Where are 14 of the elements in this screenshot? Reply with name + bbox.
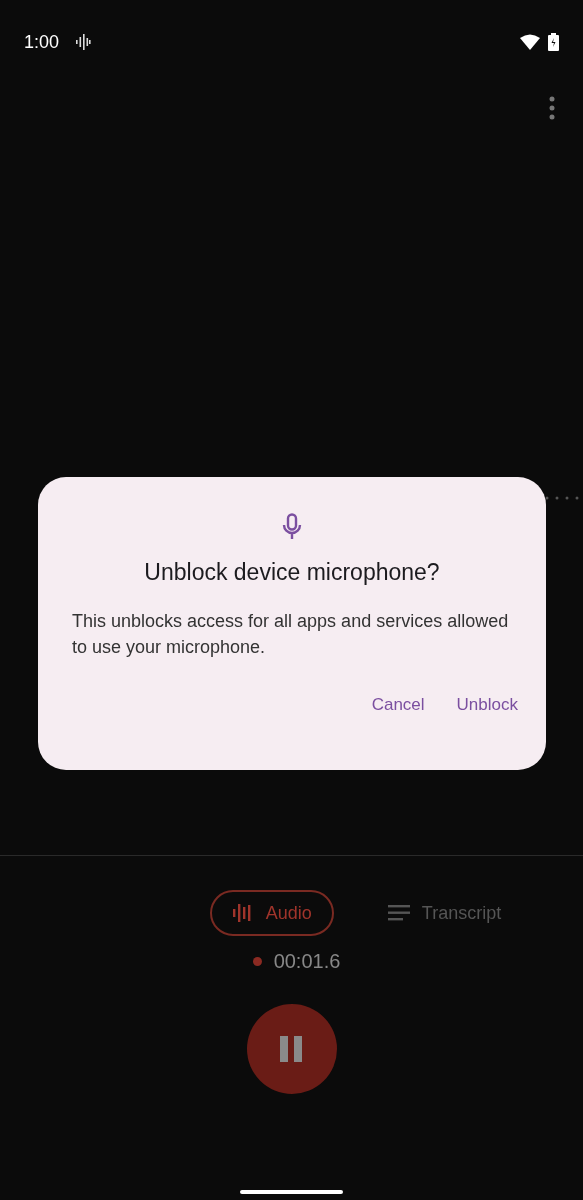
dialog-button[interactable]: Unblock	[448, 683, 526, 725]
wifi-icon	[520, 34, 540, 50]
dialog-message: This unblocks access for all apps and services allowed to use your microphone.	[72, 609, 510, 659]
pause-icon	[279, 1036, 304, 1062]
dialog-button[interactable]: Cancel	[363, 683, 433, 725]
battery-icon	[548, 33, 559, 51]
microphone-icon	[282, 513, 302, 541]
waveform-icon	[75, 34, 92, 50]
elapsed-time: 00:01.6	[273, 949, 341, 974]
status-time: 1:00	[24, 30, 60, 54]
lines-icon	[387, 905, 410, 921]
more-options-icon[interactable]	[549, 96, 555, 120]
dialog-title: Unblock device microphone?	[144, 558, 440, 587]
tab[interactable]: Audio	[209, 890, 334, 936]
